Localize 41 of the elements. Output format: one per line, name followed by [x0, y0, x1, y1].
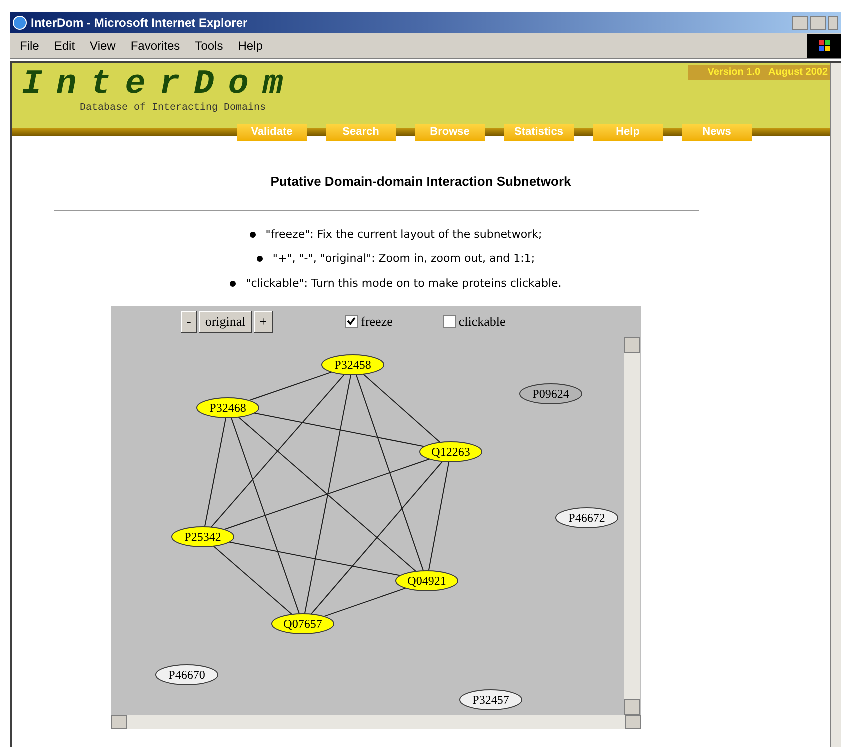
- close-button[interactable]: [828, 16, 838, 30]
- page-heading: Putative Domain-domain Interaction Subnetwork: [270, 173, 572, 191]
- horizontal-scrollbar[interactable]: [111, 715, 641, 729]
- menu-item[interactable]: File: [20, 36, 40, 54]
- zoom-button[interactable]: original: [199, 310, 252, 332]
- maximize-button[interactable]: [810, 16, 826, 30]
- zoom-button[interactable]: -: [181, 310, 198, 332]
- site-logo: InterDom: [22, 67, 298, 103]
- menu-item[interactable]: Tools: [195, 36, 224, 54]
- instruction-item: "+", "-", "original": Zoom in, zoom out, and 1:1;: [272, 251, 536, 267]
- vertical-scrollbar[interactable]: [624, 337, 640, 715]
- protein-node[interactable]: Q07657: [272, 614, 334, 634]
- protein-node[interactable]: Q12263: [420, 442, 482, 462]
- menu-item[interactable]: Edit: [54, 36, 76, 54]
- bullet-icon: [256, 256, 263, 262]
- instruction-item: "clickable": Turn this mode on to make proteins clickable.: [246, 276, 562, 292]
- page-scrollbar[interactable]: [830, 63, 841, 747]
- checkbox-label: freeze: [361, 312, 393, 331]
- bullet-icon: [230, 280, 236, 287]
- menu-item[interactable]: Favorites: [130, 36, 180, 54]
- menu-item[interactable]: View: [90, 36, 116, 54]
- protein-node[interactable]: P32458: [322, 354, 384, 376]
- instruction-item: "freeze": Fix the current layout of the subnetwork;: [266, 226, 542, 242]
- protein-node[interactable]: Q04921: [396, 570, 458, 592]
- bullet-icon: [250, 232, 256, 238]
- site-tagline: Database of Interacting Domains: [80, 103, 266, 115]
- protein-node[interactable]: P32468: [196, 398, 260, 418]
- protein-node[interactable]: P25342: [172, 526, 234, 548]
- protein-node[interactable]: P09624: [520, 384, 582, 404]
- minimize-button[interactable]: [792, 16, 808, 30]
- zoom-button[interactable]: +: [254, 310, 274, 332]
- protein-node[interactable]: P46670: [156, 664, 218, 686]
- checkbox[interactable]: [442, 315, 456, 328]
- protein-node[interactable]: P46672: [556, 508, 618, 528]
- windows-logo-icon: [807, 34, 841, 58]
- menu-item[interactable]: Help: [238, 36, 263, 54]
- browser-icon: [13, 16, 27, 30]
- checkbox[interactable]: [345, 315, 358, 328]
- checkbox-label: clickable: [458, 312, 506, 331]
- protein-node[interactable]: P32457: [460, 690, 522, 710]
- window-title: InterDom - Microsoft Internet Explorer: [31, 14, 248, 32]
